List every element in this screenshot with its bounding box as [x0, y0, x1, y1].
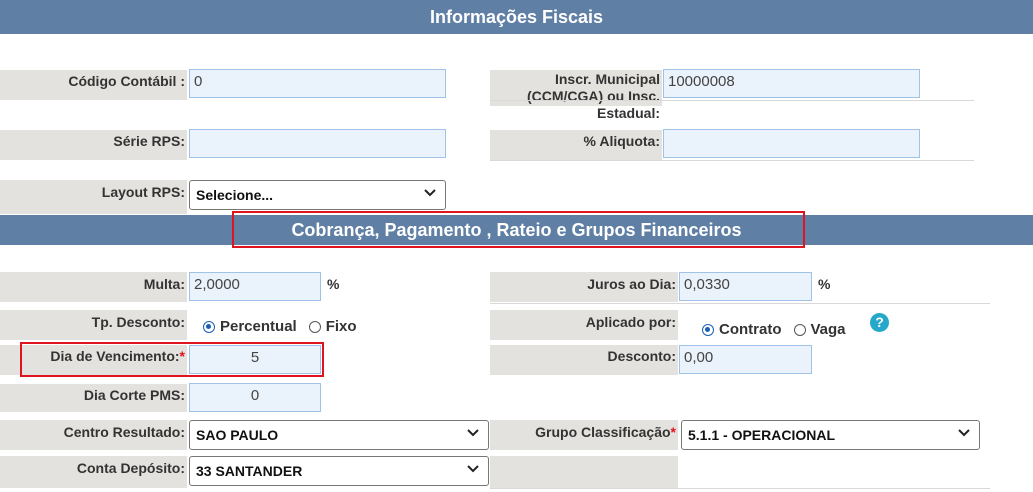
percentual-radio-label: Percentual: [220, 318, 297, 335]
row-divider: [490, 100, 974, 101]
empty-label-cell: [490, 456, 678, 488]
aplicado-por-label: Aplicado por:: [490, 310, 678, 340]
multa-unit: %: [327, 276, 340, 292]
contrato-radio-label: Contrato: [719, 321, 782, 338]
chevron-down-icon: [958, 429, 970, 437]
vaga-radio-label: Vaga: [810, 321, 846, 338]
centro-resultado-label: Centro Resultado:: [0, 420, 187, 450]
required-asterisk: *: [670, 424, 676, 440]
layout-rps-selected: Selecione...: [196, 187, 274, 203]
help-icon[interactable]: ?: [870, 313, 889, 332]
juros-label: Juros ao Dia:: [490, 272, 678, 302]
chevron-down-icon: [467, 465, 479, 473]
grupo-classificacao-select[interactable]: 5.1.1 - OPERACIONAL: [681, 420, 980, 450]
juros-input[interactable]: 0,0330: [679, 272, 812, 301]
inscr-municipal-input[interactable]: 10000008: [663, 69, 920, 98]
layout-rps-label: Layout RPS:: [0, 180, 187, 214]
serie-rps-input[interactable]: [189, 129, 446, 158]
fiscal-section-title: Informações Fiscais: [429, 7, 604, 27]
tp-desconto-radio-group: Percentual Fixo: [203, 318, 357, 335]
grupo-classificacao-label-text: Grupo Classificação: [535, 424, 671, 440]
centro-resultado-select[interactable]: SAO PAULO: [189, 420, 489, 450]
row-divider: [490, 160, 974, 161]
centro-resultado-selected: SAO PAULO: [196, 427, 279, 443]
billing-title-highlight: [232, 211, 805, 248]
contrato-radio[interactable]: [702, 323, 714, 336]
chevron-down-icon: [467, 429, 479, 437]
chevron-down-icon: [424, 189, 436, 197]
dia-corte-label: Dia Corte PMS:: [0, 384, 187, 412]
juros-unit: %: [818, 276, 831, 292]
fiscal-section-header: Informações Fiscais: [0, 0, 1033, 34]
fixo-radio[interactable]: [308, 320, 321, 333]
dia-vencimento-highlight: [20, 342, 324, 377]
multa-label: Multa:: [0, 272, 187, 302]
conta-deposito-selected: 33 SANTANDER: [196, 463, 303, 479]
conta-deposito-label: Conta Depósito:: [0, 456, 187, 488]
row-divider: [490, 303, 990, 304]
vaga-radio[interactable]: [793, 323, 806, 336]
fixo-radio-label: Fixo: [325, 318, 357, 335]
percentual-radio[interactable]: [203, 320, 215, 333]
tp-desconto-label: Tp. Desconto:: [0, 310, 187, 340]
aliquota-label: % Aliquota:: [490, 130, 662, 160]
aliquota-input[interactable]: [663, 129, 920, 158]
aplicado-por-radio-group: Contrato Vaga: [702, 321, 846, 338]
conta-deposito-select[interactable]: 33 SANTANDER: [189, 456, 489, 486]
desconto-label: Desconto:: [490, 345, 678, 375]
grupo-classificacao-label: Grupo Classificação*: [490, 420, 678, 450]
serie-rps-label: Série RPS:: [0, 130, 187, 160]
grupo-classificacao-selected: 5.1.1 - OPERACIONAL: [688, 427, 836, 443]
multa-input[interactable]: 2,0000: [189, 272, 321, 301]
dia-corte-input[interactable]: 0: [189, 383, 321, 412]
layout-rps-select[interactable]: Selecione...: [189, 180, 446, 210]
codigo-contabil-input[interactable]: 0: [189, 69, 446, 98]
codigo-contabil-label: Código Contábil :: [0, 70, 187, 100]
row-divider: [490, 488, 990, 489]
desconto-input[interactable]: 0,00: [679, 345, 812, 374]
